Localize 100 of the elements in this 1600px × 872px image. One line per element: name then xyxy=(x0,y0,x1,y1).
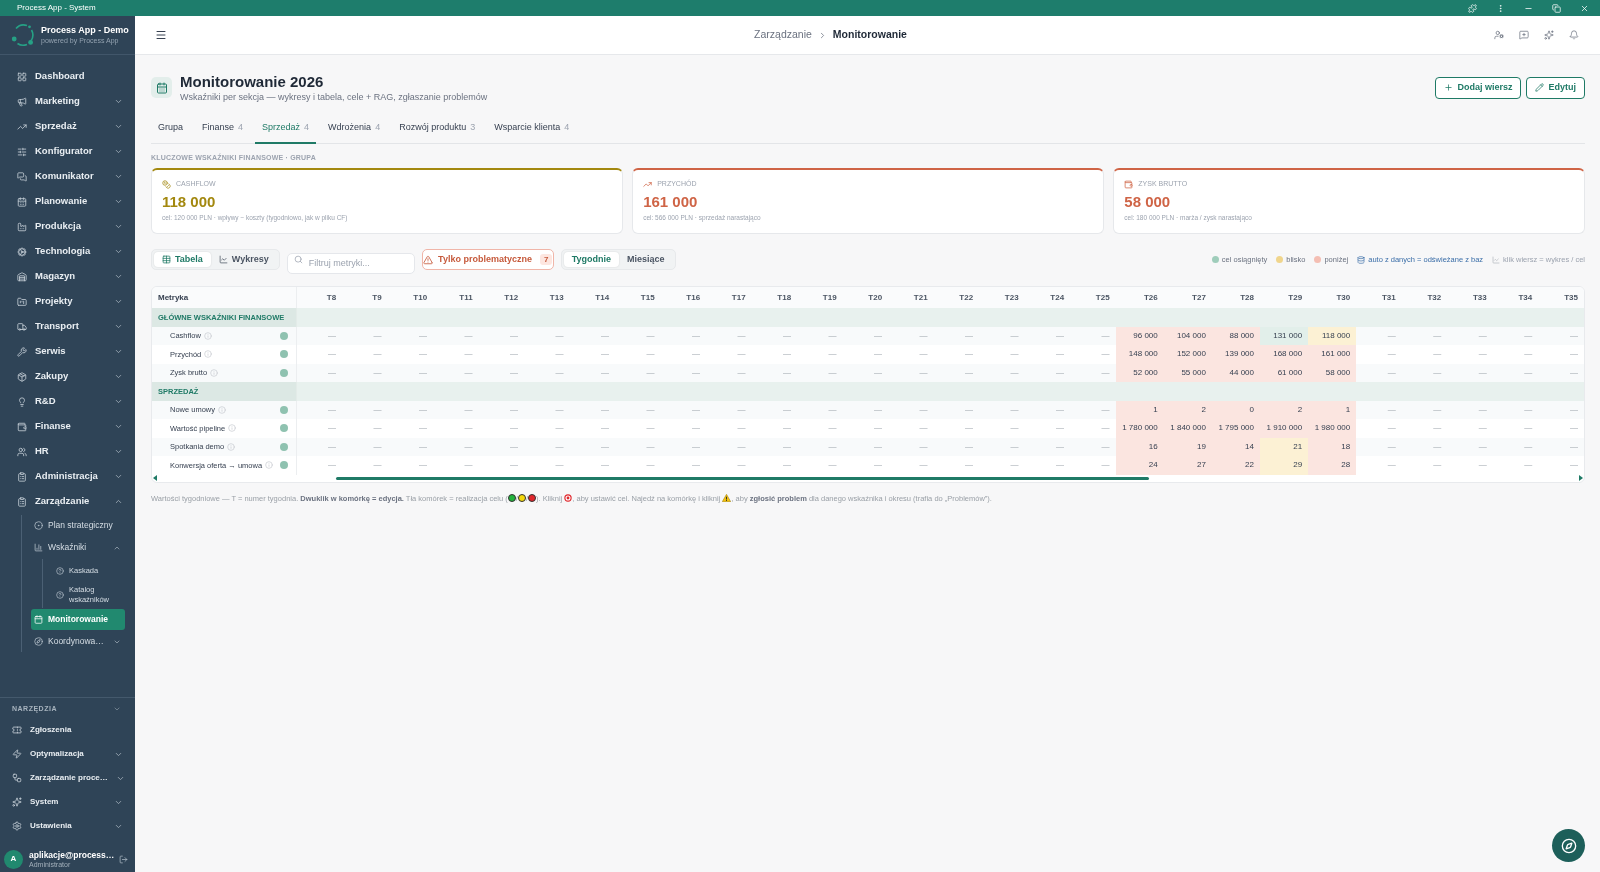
sparkles-icon xyxy=(12,797,22,807)
logout-icon[interactable] xyxy=(119,854,128,864)
megaphone-icon xyxy=(17,96,27,107)
nav-item[interactable]: Sprzedaż xyxy=(0,114,135,139)
table-cell: — xyxy=(478,419,525,438)
segment-button[interactable]: Tygodnie xyxy=(563,252,620,267)
segment-button[interactable]: Wykresy xyxy=(210,252,277,267)
table-cell: 148 000 xyxy=(1115,345,1164,364)
table-cell: — xyxy=(1492,419,1539,438)
tab[interactable]: Grupa xyxy=(151,114,190,144)
filter-field[interactable]: Filtruj metryki... xyxy=(286,252,415,274)
table-cell: — xyxy=(433,345,479,364)
sparkles-icon[interactable] xyxy=(1544,30,1554,40)
puzzle-icon[interactable] xyxy=(1468,3,1477,13)
user-gear-icon[interactable] xyxy=(1494,30,1504,40)
table-cell: — xyxy=(569,419,616,438)
problems-filter-button[interactable]: Tylko problematyczne 7 xyxy=(421,249,554,270)
table-cell: — xyxy=(1538,345,1584,364)
scroll-right-icon[interactable] xyxy=(1579,475,1583,481)
column-header: T18 xyxy=(751,287,798,308)
nav-item[interactable]: HR xyxy=(0,439,135,464)
scroll-left-icon[interactable] xyxy=(153,475,157,481)
nav-item[interactable]: Komunikator xyxy=(0,164,135,189)
column-header: T25 xyxy=(1070,287,1116,308)
table-cell: — xyxy=(1447,345,1493,364)
nav-item[interactable]: Finanse xyxy=(0,414,135,439)
segment-button[interactable]: Miesiące xyxy=(619,252,673,267)
user-name: aplikacje@process… xyxy=(29,849,113,860)
bar-chart-icon xyxy=(34,543,43,552)
nav-item[interactable]: Optymalizacja xyxy=(0,742,135,766)
truck-icon xyxy=(17,321,27,332)
nav-item[interactable]: Magazyn xyxy=(0,264,135,289)
more-icon[interactable] xyxy=(1496,3,1505,13)
column-header: T35 xyxy=(1538,287,1584,308)
table-cell: — xyxy=(615,419,661,438)
nav-item[interactable]: Administracja xyxy=(0,464,135,489)
menu-icon[interactable] xyxy=(155,29,167,41)
dot-circle-icon xyxy=(34,521,43,530)
nav-item[interactable]: Marketing xyxy=(0,89,135,114)
nav-item[interactable]: Wskaźniki xyxy=(31,537,125,558)
wallet-icon xyxy=(17,421,27,432)
restore-icon[interactable] xyxy=(1552,3,1561,13)
table-cell: — xyxy=(1356,345,1402,364)
nav-item[interactable]: Zgłoszenia xyxy=(0,718,135,742)
kpi-value: 58 000 xyxy=(1124,193,1172,211)
scrollbar-thumb[interactable] xyxy=(336,476,1149,480)
folder-icon xyxy=(17,296,27,307)
table-cell: — xyxy=(933,419,980,438)
column-header: T9 xyxy=(342,287,388,308)
calendar-icon xyxy=(34,615,43,624)
close-icon[interactable] xyxy=(1580,3,1589,13)
coins-icon xyxy=(162,180,171,189)
segment-button[interactable]: Tabela xyxy=(154,252,211,267)
table-cell: 1 840 000 xyxy=(1163,419,1212,438)
tab[interactable]: Sprzedaż 4 xyxy=(255,114,317,144)
table-cell: — xyxy=(1492,345,1539,364)
nav-item[interactable]: Serwis xyxy=(0,339,135,364)
breadcrumb-link[interactable]: Zarządzanie xyxy=(754,27,812,43)
nav-item[interactable]: R&D xyxy=(0,389,135,414)
tab[interactable]: Wdrożenia 4 xyxy=(321,114,388,144)
nav-item[interactable]: Konfigurator xyxy=(0,139,135,164)
action-button[interactable]: Edytuj xyxy=(1526,76,1585,99)
tab[interactable]: Rozwój produktu 3 xyxy=(392,114,483,144)
nav-item[interactable]: Zarządzanie proce… xyxy=(0,766,135,790)
info-icon xyxy=(218,405,226,414)
page-title: Monitorowanie 2026 xyxy=(180,72,325,90)
column-header: T13 xyxy=(524,287,570,308)
kpi-value: 118 000 xyxy=(162,193,217,211)
table-cell: 1 780 000 xyxy=(1115,419,1164,438)
compass-icon xyxy=(1560,837,1577,854)
message-plus-icon[interactable] xyxy=(1519,30,1529,40)
table-icon xyxy=(162,255,171,264)
nav-item[interactable]: Plan strategiczny xyxy=(31,515,125,536)
nav-item[interactable]: Technologia xyxy=(0,239,135,264)
info-icon xyxy=(204,350,213,359)
table-cell: — xyxy=(1401,345,1448,364)
nav-item[interactable]: System xyxy=(0,790,135,814)
nav-item[interactable]: Produkcja xyxy=(0,214,135,239)
action-button[interactable]: Dodaj wiersz xyxy=(1435,76,1522,99)
tab[interactable]: Wsparcie klienta 4 xyxy=(487,114,577,144)
nav-item[interactable]: Projekty xyxy=(0,289,135,314)
warehouse-icon xyxy=(17,271,27,282)
nav-item[interactable]: Transport xyxy=(0,314,135,339)
nav-item[interactable]: Monitorowanie xyxy=(31,609,125,630)
bell-icon[interactable] xyxy=(1569,30,1579,40)
tab[interactable]: Finanse 4 xyxy=(195,114,251,144)
workflow-icon xyxy=(12,773,22,783)
table-cell: 139 000 xyxy=(1211,345,1260,364)
nav-item[interactable]: Planowanie xyxy=(0,189,135,214)
column-header: T31 xyxy=(1356,287,1402,308)
nav-item[interactable]: Zakupy xyxy=(0,364,135,389)
column-header: T30 xyxy=(1308,287,1357,308)
compass-button[interactable] xyxy=(1552,829,1585,862)
nav-item[interactable]: Koordynowa… xyxy=(31,631,125,652)
nav-item[interactable]: Ustawienia xyxy=(0,814,135,838)
table-cell: — xyxy=(797,419,843,438)
table-cell: — xyxy=(433,419,479,438)
nav-item[interactable]: Zarządzanie xyxy=(0,489,135,514)
nav-item[interactable]: Dashboard xyxy=(0,64,135,89)
question-icon xyxy=(56,591,64,599)
